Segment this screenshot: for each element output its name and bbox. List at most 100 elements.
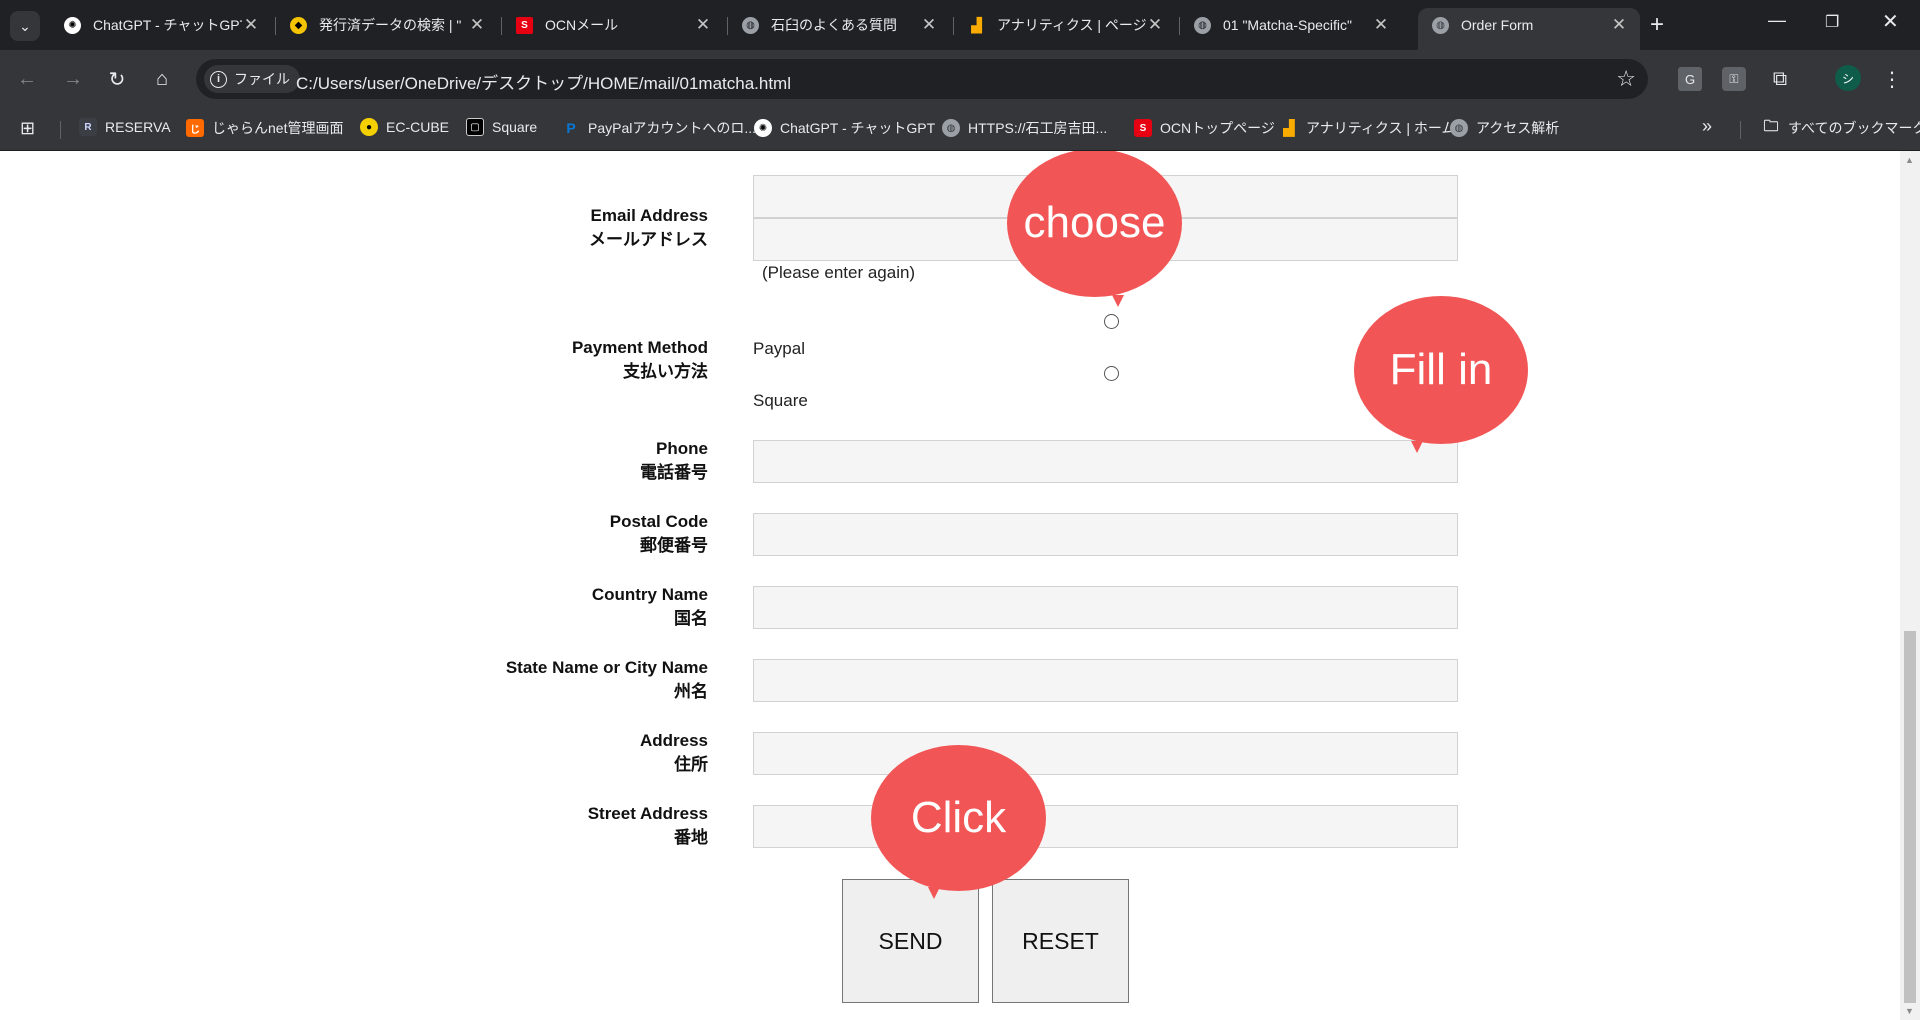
email-label: Email Address メールアドレス bbox=[589, 206, 708, 249]
ocn-icon: S bbox=[516, 16, 533, 34]
ec-cube-icon: ● bbox=[360, 118, 378, 136]
chatgpt-icon: ✺ bbox=[64, 16, 81, 34]
tab-title: 発行済データの検索 | " bbox=[319, 17, 462, 33]
reset-button[interactable]: RESET bbox=[992, 879, 1129, 1003]
back-button[interactable]: ← bbox=[12, 64, 42, 94]
close-icon[interactable]: ✕ bbox=[468, 15, 486, 35]
page-content: Email Address メールアドレス (Please enter again… bbox=[0, 151, 1900, 1020]
tab-title: 石臼のよくある質問 bbox=[771, 17, 897, 33]
close-icon[interactable]: ✕ bbox=[694, 15, 712, 35]
bookmark-star-icon[interactable]: ☆ bbox=[1616, 66, 1636, 92]
tab-order-form[interactable]: ◍ Order Form ✕ bbox=[1418, 8, 1640, 50]
home-button[interactable]: ⌂ bbox=[147, 64, 177, 94]
url-text[interactable]: C:/Users/user/OneDrive/デスクトップ/HOME/mail/… bbox=[296, 69, 791, 94]
info-icon: i bbox=[210, 70, 227, 88]
site-info-chip[interactable]: i ファイル bbox=[204, 65, 300, 93]
plus-icon: + bbox=[1650, 11, 1665, 38]
new-tab-button[interactable]: + bbox=[1650, 12, 1664, 38]
page-scrollbar[interactable]: ▲ ▼ bbox=[1900, 151, 1920, 1020]
bookmark-chatgpt[interactable]: ✺ ChatGPT - チャットGPT bbox=[754, 118, 935, 138]
scroll-down-arrow-icon[interactable]: ▼ bbox=[1905, 1006, 1914, 1016]
tab-chatgpt[interactable]: ✺ ChatGPT - チャットGPT ✕ bbox=[50, 8, 272, 42]
postal-code-input[interactable] bbox=[753, 513, 1458, 556]
paypal-icon: P bbox=[566, 120, 576, 136]
extensions-puzzle-icon[interactable]: ⧉ bbox=[1768, 67, 1792, 91]
tab-strip: ⌄ ✺ ChatGPT - チャットGPT ✕ ◆ 発行済データの検索 | " … bbox=[0, 0, 1920, 50]
arrow-right-icon: → bbox=[63, 67, 83, 90]
globe-icon: ◍ bbox=[1450, 119, 1468, 137]
bookmark-paypal[interactable]: P PayPalアカウントへのロ... bbox=[562, 118, 756, 138]
google-translate-icon[interactable]: G bbox=[1678, 67, 1702, 91]
tab-ocn-mail[interactable]: S OCNメール ✕ bbox=[502, 8, 724, 42]
fill-in-callout: Fill in bbox=[1354, 296, 1528, 444]
globe-icon: ◍ bbox=[942, 119, 960, 137]
close-window-button[interactable]: ✕ bbox=[1882, 9, 1899, 34]
close-icon[interactable]: ✕ bbox=[1372, 15, 1390, 35]
forward-button[interactable]: → bbox=[58, 64, 88, 94]
scroll-up-arrow-icon[interactable]: ▲ bbox=[1905, 155, 1914, 165]
chevron-double-right-icon: » bbox=[1702, 116, 1713, 136]
fill-in-callout-tail bbox=[1411, 441, 1423, 453]
profile-avatar[interactable]: シ bbox=[1835, 65, 1861, 91]
reserva-icon: R bbox=[79, 118, 97, 136]
square-option-label: Square bbox=[753, 391, 808, 410]
country-name-label: Country Name 国名 bbox=[591, 585, 708, 628]
minimize-button[interactable]: — bbox=[1768, 10, 1786, 31]
tab-title: 01 "Matcha-Specific" bbox=[1223, 17, 1352, 33]
all-bookmarks-button[interactable]: 🗀 すべてのブックマーク bbox=[1762, 118, 1920, 138]
scrollbar-thumb[interactable] bbox=[1904, 631, 1916, 1003]
bookmark-analytics[interactable]: ▟ アナリティクス | ホーム bbox=[1280, 118, 1455, 138]
tab-matcha[interactable]: ◍ 01 "Matcha-Specific" ✕ bbox=[1180, 8, 1402, 42]
more-menu-icon[interactable]: ⋮ bbox=[1880, 67, 1904, 91]
email-confirm-note: (Please enter again) bbox=[762, 263, 916, 282]
apps-grid-icon: ⊞ bbox=[20, 118, 36, 138]
ocn-icon: S bbox=[1134, 119, 1152, 137]
street-address-label: Street Address 番地 bbox=[587, 804, 708, 847]
square-radio[interactable] bbox=[1104, 366, 1119, 381]
square-icon: ▢ bbox=[466, 118, 484, 136]
state-name-label: State Name or City Name 州名 bbox=[505, 658, 708, 701]
bookmark-square[interactable]: ▢ Square bbox=[466, 118, 537, 136]
phone-input[interactable] bbox=[753, 440, 1458, 483]
bookmark-ocn-top[interactable]: S OCNトップページ bbox=[1134, 118, 1275, 138]
state-name-input[interactable] bbox=[753, 659, 1458, 702]
tab-search-data[interactable]: ◆ 発行済データの検索 | " ✕ bbox=[276, 8, 498, 42]
tab-analytics[interactable]: ▟ アナリティクス | ページと ✕ bbox=[954, 8, 1176, 42]
close-icon[interactable]: ✕ bbox=[1146, 15, 1164, 35]
address-label: Address 住所 bbox=[639, 731, 708, 774]
bookmarks-overflow-button[interactable]: » bbox=[1702, 116, 1712, 137]
tab-title: アナリティクス | ページと bbox=[997, 17, 1146, 33]
address-bar[interactable]: i ファイル C:/Users/user/OneDrive/デスクトップ/HOM… bbox=[196, 59, 1648, 99]
postal-code-label: Postal Code 郵便番号 bbox=[609, 512, 708, 555]
tab-faq[interactable]: ◍ 石臼のよくある質問 ✕ bbox=[728, 8, 950, 42]
jalan-icon: じ bbox=[186, 119, 204, 137]
address-input[interactable] bbox=[753, 732, 1458, 775]
close-icon[interactable]: ✕ bbox=[1610, 15, 1628, 35]
yamato-icon: ◆ bbox=[290, 16, 307, 34]
reload-button[interactable]: ↻ bbox=[102, 64, 132, 94]
paypal-radio[interactable] bbox=[1104, 314, 1119, 329]
send-button[interactable]: SEND bbox=[842, 879, 979, 1003]
extension-lock-icon[interactable]: ⚿ bbox=[1722, 67, 1746, 91]
bookmark-ec-cube[interactable]: ● EC-CUBE bbox=[360, 118, 449, 136]
country-name-input[interactable] bbox=[753, 586, 1458, 629]
apps-button[interactable]: ⊞ bbox=[20, 118, 35, 139]
close-icon[interactable]: ✕ bbox=[242, 15, 260, 35]
click-callout-tail bbox=[928, 887, 940, 899]
bookmark-jalan[interactable]: じじゃらんnet管理画面 bbox=[186, 118, 343, 138]
street-address-input[interactable] bbox=[753, 805, 1458, 848]
arrow-left-icon: ← bbox=[17, 67, 37, 90]
payment-method-label: Payment Method 支払い方法 bbox=[571, 338, 708, 381]
analytics-icon: ▟ bbox=[971, 16, 982, 33]
restore-button[interactable]: ❐ bbox=[1825, 12, 1839, 32]
tab-search-button[interactable]: ⌄ bbox=[10, 11, 40, 41]
globe-icon: ◍ bbox=[1194, 16, 1211, 34]
bookmark-yoshida[interactable]: ◍ HTTPS://石工房吉田... bbox=[942, 118, 1107, 138]
close-icon[interactable]: ✕ bbox=[920, 15, 938, 35]
tab-title: ChatGPT - チャットGPT bbox=[93, 17, 242, 33]
restore-icon: ❐ bbox=[1825, 14, 1840, 31]
choose-callout-tail bbox=[1112, 295, 1124, 307]
browser-toolbar: ← → ↻ ⌂ i ファイル C:/Users/user/OneDrive/デス… bbox=[0, 50, 1920, 108]
bookmark-access-analysis[interactable]: ◍ アクセス解析 bbox=[1450, 118, 1559, 138]
bookmark-reserva[interactable]: R RESERVA bbox=[79, 118, 171, 136]
